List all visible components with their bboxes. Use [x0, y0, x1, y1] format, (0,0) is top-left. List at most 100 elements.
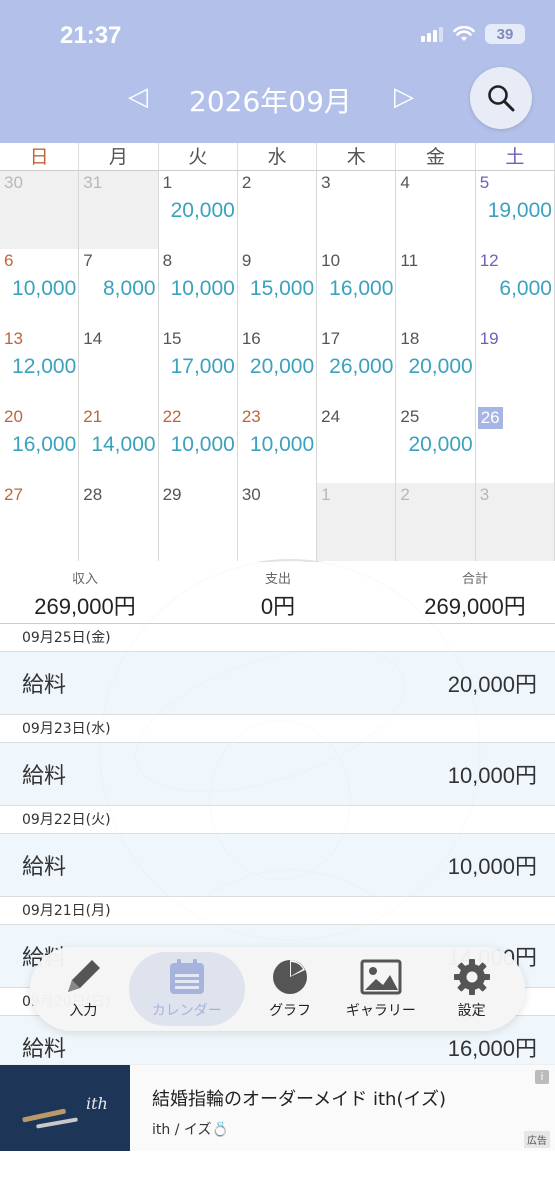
- prev-month-button[interactable]: ◁: [128, 82, 148, 112]
- day-number: 14: [83, 329, 103, 348]
- calendar-day[interactable]: 7 8,000: [79, 249, 159, 327]
- transaction-row[interactable]: 給料 10,000円: [0, 834, 555, 897]
- calendar-day[interactable]: 30: [237, 483, 318, 561]
- transaction-row[interactable]: 給料 20,000円: [0, 652, 555, 715]
- search-button[interactable]: [470, 67, 532, 129]
- weekday-label: 金: [396, 143, 476, 170]
- calendar-day[interactable]: 18 20,000: [396, 327, 476, 405]
- tab-settings[interactable]: 設定: [426, 952, 517, 1026]
- calendar-grid: 30 31 1 20,000 2 3 4 5 19,000 6 10,000 7 8,000 8 10,00…: [0, 171, 555, 561]
- day-amount: 10,000: [12, 277, 77, 300]
- calendar-day[interactable]: 8 10,000: [158, 249, 238, 327]
- status-time: 21:37: [60, 22, 122, 49]
- calendar-day[interactable]: 3: [317, 171, 397, 249]
- calendar-day[interactable]: 22 10,000: [158, 405, 238, 483]
- ad-image[interactable]: ith: [0, 1065, 130, 1152]
- calendar-day[interactable]: 1 20,000: [158, 171, 238, 249]
- day-number: 31: [83, 173, 103, 192]
- day-number: 28: [83, 485, 103, 504]
- date-header: 09月23日(水): [0, 715, 555, 743]
- day-amount: 14,000: [91, 433, 156, 456]
- day-amount: 20,000: [408, 433, 473, 456]
- image-icon: [360, 959, 402, 995]
- day-number: 11: [400, 251, 419, 270]
- transaction-row[interactable]: 給料 10,000円: [0, 743, 555, 806]
- calendar-day[interactable]: 16 20,000: [237, 327, 318, 405]
- weekday-label: 水: [238, 143, 318, 170]
- day-amount: 15,000: [249, 277, 315, 300]
- calendar-day[interactable]: 9 15,000: [237, 249, 318, 327]
- calendar-day[interactable]: 30: [0, 171, 80, 249]
- ad-info-icon[interactable]: i: [535, 1070, 549, 1084]
- day-number: 16: [241, 329, 261, 348]
- calendar-day[interactable]: 1: [317, 483, 397, 561]
- tab-input[interactable]: 入力: [38, 952, 129, 1026]
- day-amount: 16,000: [12, 433, 77, 456]
- day-number: 13: [4, 329, 23, 348]
- calendar-day[interactable]: 26: [475, 405, 555, 483]
- calendar-day[interactable]: 11: [396, 249, 476, 327]
- next-month-button[interactable]: ▷: [394, 82, 414, 112]
- calendar-day[interactable]: 5 19,000: [475, 171, 555, 249]
- ring-image: ith: [0, 1065, 130, 1152]
- pencil-icon: [68, 960, 101, 992]
- ad-subtitle: ith / イズ💍: [152, 1122, 229, 1138]
- day-amount: 16,000: [329, 277, 394, 300]
- day-number: 4: [400, 173, 410, 192]
- tab-gallery[interactable]: ギャラリー: [335, 952, 426, 1026]
- tab-label: グラフ: [269, 1003, 312, 1019]
- calendar-day[interactable]: 6 10,000: [0, 249, 80, 327]
- calendar-day[interactable]: 23 10,000: [237, 405, 318, 483]
- calendar-day[interactable]: 15 17,000: [158, 327, 238, 405]
- day-number: 2: [241, 173, 252, 192]
- calendar-day[interactable]: 21 14,000: [79, 405, 159, 483]
- ad-banner[interactable]: ith 結婚指輪のオーダーメイド ith(イズ) ith / イズ💍 i 広告: [0, 1064, 555, 1152]
- weekday-label: 火: [159, 143, 238, 170]
- day-number: 24: [321, 407, 341, 426]
- day-number: 3: [321, 173, 331, 192]
- calendar-day[interactable]: 2: [237, 171, 318, 249]
- calendar-day[interactable]: 19: [475, 327, 555, 405]
- transaction-amount: 20,000円: [447, 672, 537, 697]
- calendar-day[interactable]: 2: [396, 483, 476, 561]
- ad-title[interactable]: 結婚指輪のオーダーメイド ith(イズ): [152, 1085, 446, 1111]
- calendar-week: 30 31 1 20,000 2 3 4 5 19,000: [0, 171, 555, 249]
- calendar-day[interactable]: 13 12,000: [0, 327, 80, 405]
- calendar-day[interactable]: 12 6,000: [475, 249, 555, 327]
- calendar-week: 27 28 29 30 1 2 3: [0, 483, 555, 561]
- tab-calendar[interactable]: カレンダー: [128, 952, 245, 1026]
- day-number: 1: [162, 173, 173, 192]
- calendar-day[interactable]: 10 16,000: [317, 249, 397, 327]
- day-number: 3: [479, 485, 490, 504]
- transaction-category: 給料: [22, 1037, 67, 1062]
- battery-indicator: 39: [485, 24, 525, 44]
- day-number: 18: [400, 329, 420, 348]
- total-summary: 合計 269,000円: [410, 568, 540, 621]
- calendar-day[interactable]: 29: [158, 483, 238, 561]
- day-number: 30: [4, 173, 23, 192]
- calendar-day[interactable]: 28: [79, 483, 159, 561]
- transaction-category: 給料: [22, 764, 67, 789]
- calendar-day[interactable]: 14: [79, 327, 159, 405]
- ad-badge: 広告: [524, 1131, 550, 1148]
- calendar-day[interactable]: 3: [475, 483, 555, 561]
- calendar-day[interactable]: 20 16,000: [0, 405, 80, 483]
- day-amount: 12,000: [12, 355, 77, 378]
- day-number: 15: [162, 329, 182, 348]
- calendar-day[interactable]: 24: [317, 405, 397, 483]
- day-number: 30: [241, 485, 261, 504]
- day-number: 1: [321, 485, 331, 504]
- day-amount: 20,000: [408, 355, 473, 378]
- tab-graph[interactable]: グラフ: [245, 952, 336, 1026]
- day-amount: 26,000: [329, 355, 394, 378]
- calendar-week: 20 16,000 21 14,000 22 10,000 23 10,000 24 25 20,0…: [0, 405, 555, 483]
- day-number: 22: [162, 407, 182, 426]
- calendar-week: 13 12,000 14 15 17,000 16 20,000 17 26,000 18 20,0…: [0, 327, 555, 405]
- calendar-day[interactable]: 31: [79, 171, 159, 249]
- calendar-day[interactable]: 4: [396, 171, 476, 249]
- day-number: 20: [4, 407, 23, 426]
- calendar-day[interactable]: 25 20,000: [396, 405, 476, 483]
- calendar-day[interactable]: 17 26,000: [317, 327, 397, 405]
- calendar-day[interactable]: 27: [0, 483, 80, 561]
- date-header: 09月21日(月): [0, 897, 555, 925]
